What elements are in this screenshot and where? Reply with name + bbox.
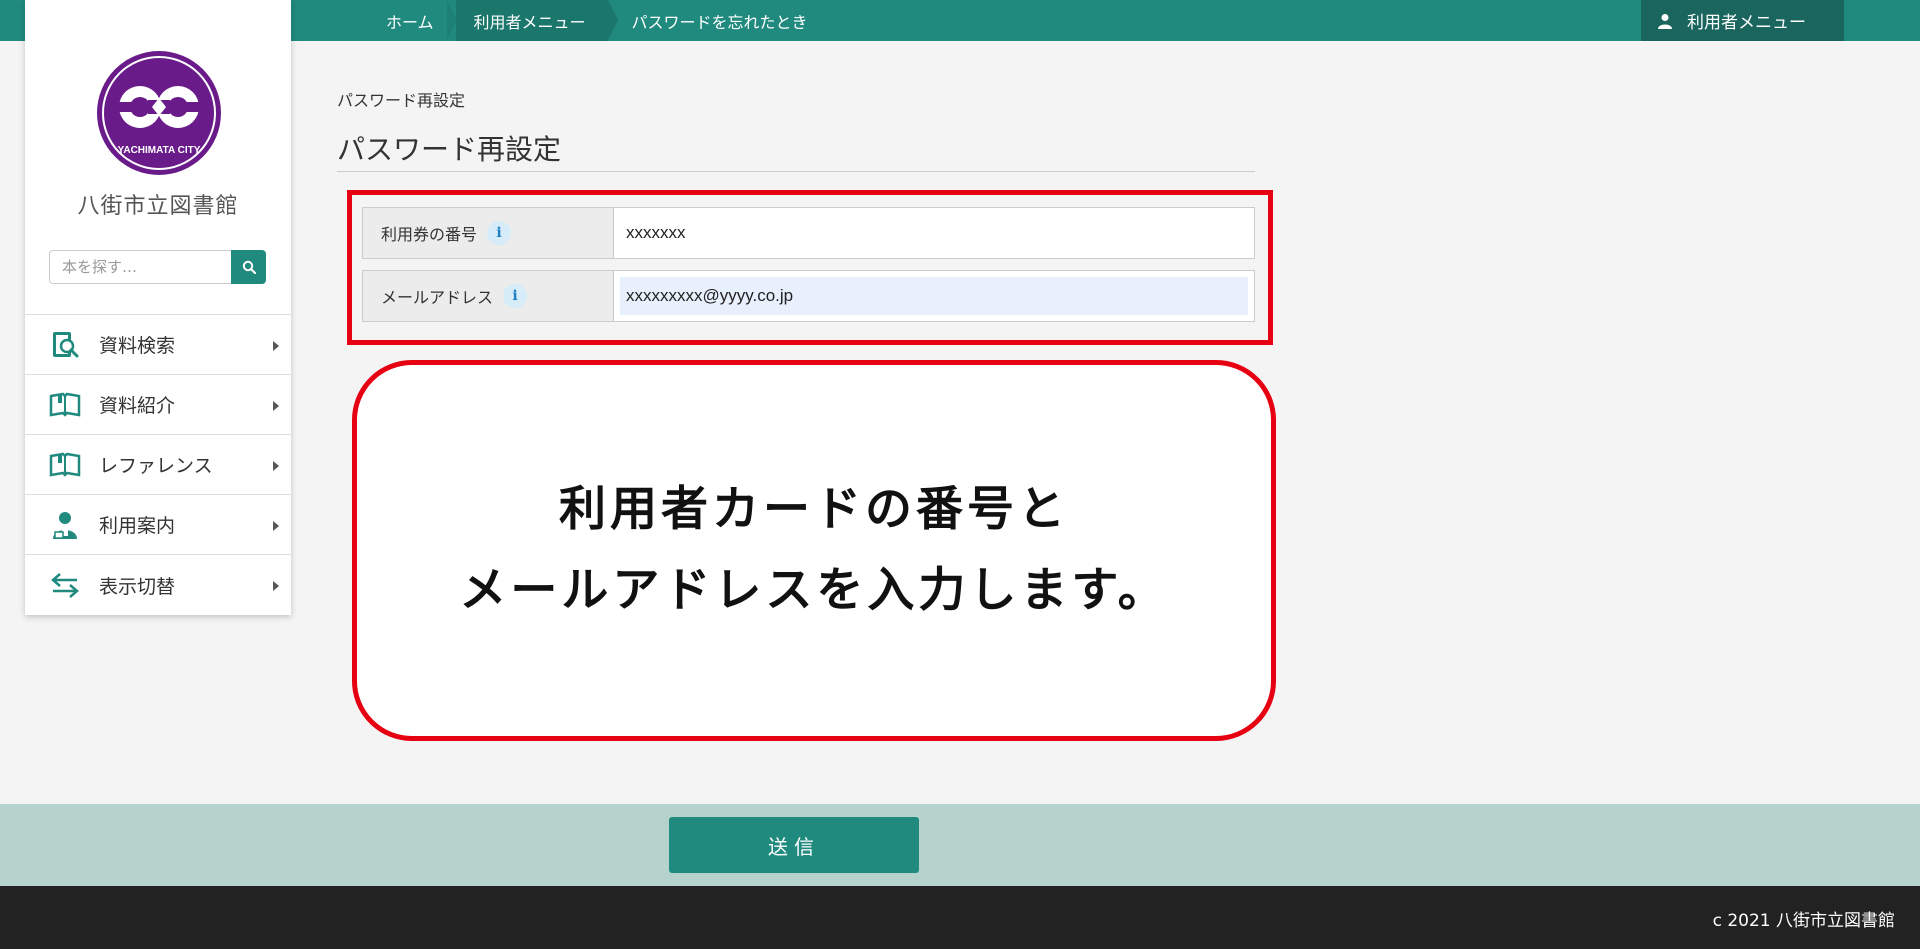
breadcrumb-current: パスワードを忘れたとき [631,12,808,32]
email-label: メールアドレス [381,288,494,307]
caret-right-icon [273,521,279,531]
card-number-input[interactable] [620,214,1248,252]
open-book-icon [49,449,81,481]
sidebar-item-label: 資料検索 [99,335,176,357]
footer: c 2021 八街市立図書館 [0,886,1920,949]
sidebar-item-label: 利用案内 [99,515,176,537]
info-icon[interactable]: i [503,284,528,308]
search-button[interactable] [231,250,266,284]
logo-text: YACHIMATA CITY [118,145,201,156]
sidebar-item-guide[interactable]: 利用案内 [25,495,291,555]
breadcrumb-user-menu[interactable]: 利用者メニュー [455,0,618,41]
sidebar-item-reference[interactable]: レファレンス [25,435,291,495]
sidebar-item-label: レファレンス [99,455,213,477]
sidebar-nav: 資料検索 資料紹介 レファレンス 利用案内 表示切替 [25,314,291,615]
librarian-icon [49,509,81,541]
breadcrumb-home[interactable]: ホーム [370,0,457,41]
info-icon[interactable]: i [487,221,512,245]
submit-bar: 送信 [0,804,1920,886]
card-number-value-cell [614,208,1254,258]
breadcrumb: ホーム 利用者メニュー パスワードを忘れたとき [370,0,830,41]
sidebar-item-label: 資料紹介 [99,395,176,417]
email-value-cell [614,271,1254,321]
email-row: メールアドレス i [362,270,1255,322]
sidebar-item-display-switch[interactable]: 表示切替 [25,555,291,615]
callout-line-1: 利用者カードの番号と [559,481,1069,537]
user-icon [1658,13,1672,29]
search-box [49,250,266,284]
caret-right-icon [273,401,279,411]
instruction-callout: 利用者カードの番号と メールアドレスを入力します。 [352,360,1276,741]
city-logo[interactable]: YACHIMATA CITY [96,50,222,176]
city-emblem-icon: YACHIMATA CITY [97,51,221,175]
sidebar: YACHIMATA CITY 八街市立図書館 資料検索 資料紹介 [25,0,291,615]
caret-right-icon [273,341,279,351]
user-menu-button[interactable]: 利用者メニュー [1641,0,1844,41]
open-book-icon [49,389,81,421]
sidebar-item-introduction[interactable]: 資料紹介 [25,375,291,435]
caret-right-icon [273,581,279,591]
sidebar-item-label: 表示切替 [99,575,176,598]
page-title: パスワード再設定 [337,133,562,166]
copyright: c 2021 八街市立図書館 [1712,911,1895,931]
email-input[interactable] [620,277,1248,315]
title-divider [337,171,1255,172]
search-icon [242,260,256,274]
search-input[interactable] [49,250,231,284]
callout-line-2: メールアドレスを入力します。 [459,562,1169,618]
card-number-label-cell: 利用券の番号 i [363,208,614,258]
card-number-label: 利用券の番号 [381,225,478,244]
sidebar-item-search[interactable]: 資料検索 [25,315,291,375]
switch-arrows-icon [49,569,81,601]
user-menu-label: 利用者メニュー [1687,13,1806,33]
book-search-icon [49,329,81,361]
email-label-cell: メールアドレス i [363,271,614,321]
submit-button[interactable]: 送信 [669,817,919,873]
page-subtitle: パスワード再設定 [337,91,466,110]
card-number-row: 利用券の番号 i [362,207,1255,259]
library-name: 八街市立図書館 [77,194,239,219]
caret-right-icon [273,461,279,471]
